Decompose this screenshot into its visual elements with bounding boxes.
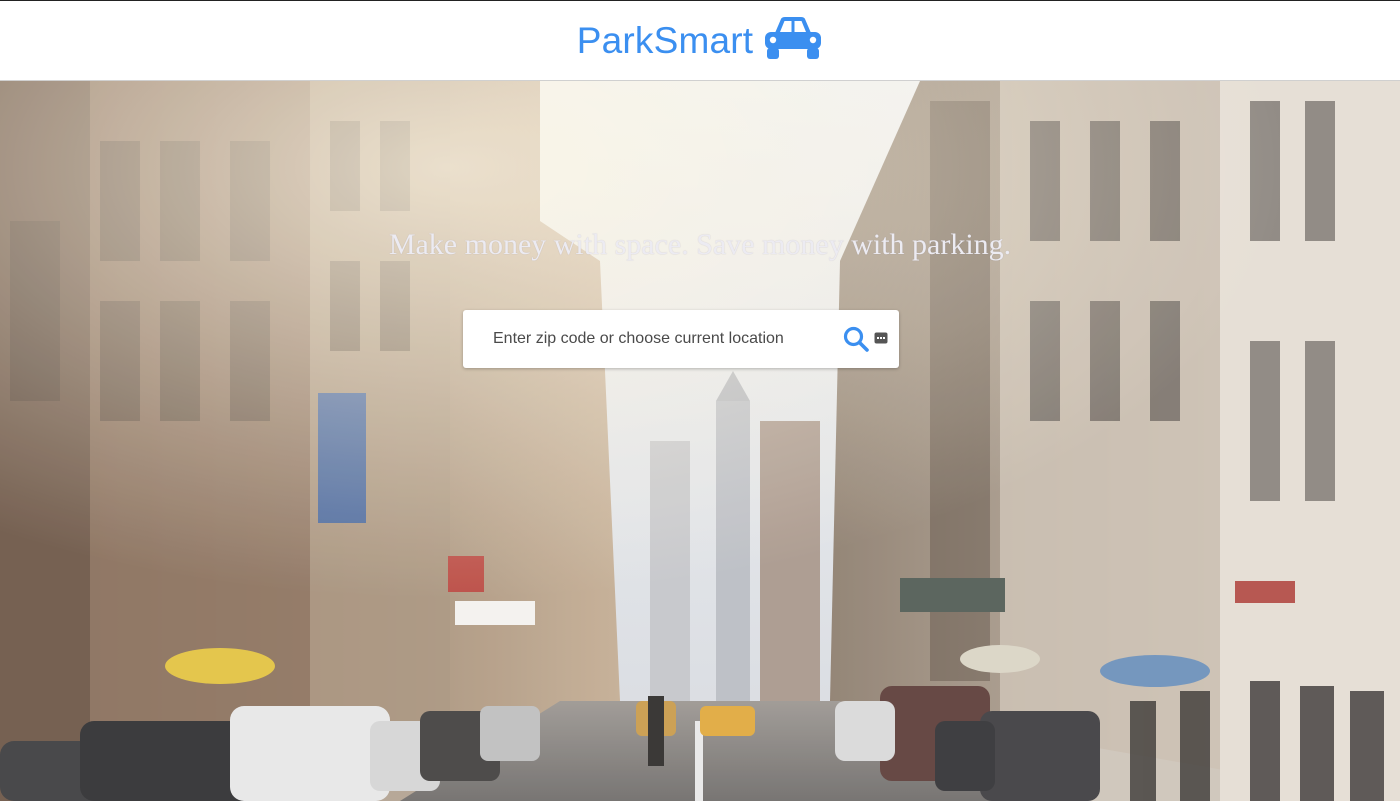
search-icon[interactable] xyxy=(843,326,869,352)
site-header: ParkSmart xyxy=(0,1,1400,81)
car-icon xyxy=(765,16,822,59)
brand-logo-link[interactable]: ParkSmart xyxy=(576,16,824,62)
hero-section: Make money with space. Save money with p… xyxy=(0,81,1400,801)
zip-code-search-input[interactable] xyxy=(485,310,833,368)
location-search-box xyxy=(463,310,899,368)
current-location-icon[interactable] xyxy=(874,331,888,345)
hero-tagline: Make money with space. Save money with p… xyxy=(388,228,1012,261)
brand-name: ParkSmart xyxy=(576,19,754,61)
city-street-background xyxy=(0,81,1400,801)
